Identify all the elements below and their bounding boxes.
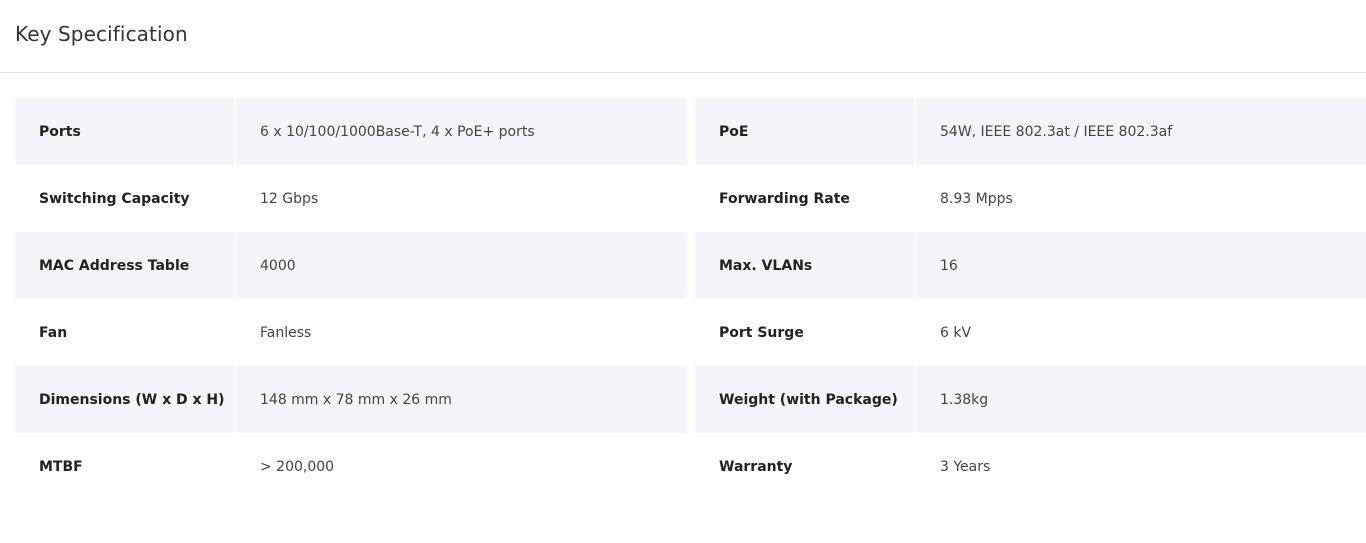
spec-value: 6 x 10/100/1000Base-T, 4 x PoE+ ports [236, 98, 687, 165]
section-header: Key Specification [0, 0, 1366, 73]
spec-value: 4000 [236, 232, 687, 299]
spec-value: 54W, IEEE 802.3at / IEEE 802.3af [916, 98, 1366, 165]
spec-label: Weight (with Package) [695, 366, 914, 433]
spec-row: MAC Address Table 4000 Max. VLANs 16 [15, 232, 1366, 299]
spec-label: Ports [15, 98, 234, 165]
spec-value: 16 [916, 232, 1366, 299]
spec-value: 6 kV [940, 324, 972, 341]
spec-value: 148 mm x 78 mm x 26 mm [236, 366, 687, 433]
spec-value: 12 Gbps [260, 190, 319, 207]
spec-table: Ports 6 x 10/100/1000Base-T, 4 x PoE+ po… [15, 98, 1366, 500]
spec-value: > 200,000 [260, 458, 335, 475]
spec-label: Dimensions (W x D x H) [15, 366, 234, 433]
spec-label: Forwarding Rate [719, 190, 850, 207]
spec-label: Switching Capacity [39, 190, 190, 207]
spec-row: Dimensions (W x D x H) 148 mm x 78 mm x … [15, 366, 1366, 433]
spec-label: Fan [39, 324, 68, 341]
spec-value: 1.38kg [916, 366, 1366, 433]
spec-label: Warranty [719, 458, 793, 475]
spec-label: PoE [695, 98, 914, 165]
spec-row: Ports 6 x 10/100/1000Base-T, 4 x PoE+ po… [15, 98, 1366, 165]
spec-value: 8.93 Mpps [940, 190, 1013, 207]
spec-row: Switching Capacity 12 Gbps Forwarding Ra… [15, 165, 1366, 232]
spec-label: Max. VLANs [695, 232, 914, 299]
spec-value: 3 Years [940, 458, 991, 475]
spec-row: MTBF > 200,000 Warranty 3 Years [15, 433, 1366, 500]
spec-label: Port Surge [719, 324, 804, 341]
spec-value: Fanless [260, 324, 312, 341]
section-title: Key Specification [15, 22, 188, 46]
spec-row: Fan Fanless Port Surge 6 kV [15, 299, 1366, 366]
spec-label: MTBF [39, 458, 83, 475]
spec-label: MAC Address Table [15, 232, 234, 299]
